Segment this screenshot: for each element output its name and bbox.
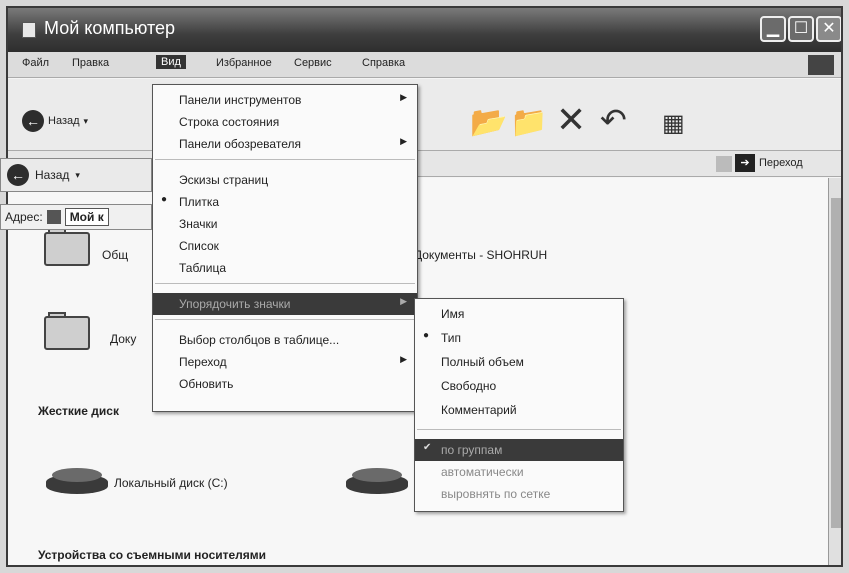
title-bar[interactable]: Мой компьютер ▁ ☐ ✕ [8, 8, 841, 52]
submenu-item-show-in-groups[interactable]: ✔ по группам [415, 439, 623, 461]
menu-help[interactable]: Справка [362, 57, 405, 69]
toolbar: ← Назад ▾ 📂 📁 ✕ ↶ ▦ [8, 79, 841, 151]
menu-item-choose-columns[interactable]: Выбор столбцов в таблице... [153, 329, 417, 351]
menu-item-tiles[interactable]: ● Плитка [153, 191, 417, 213]
back-label: Назад [48, 115, 80, 127]
address-bar-zoom: Адрес: Мой к [0, 204, 152, 230]
arrange-icons-submenu: Имя ● Тип Полный объем Свободно Коммента… [414, 298, 624, 512]
submenu-item-type[interactable]: ● Тип [415, 327, 623, 349]
close-button[interactable]: ✕ [816, 16, 841, 42]
delete-icon[interactable]: ✕ [556, 99, 586, 141]
folder-docs-path-label[interactable]: Документы - SHOHRUH [414, 248, 547, 262]
maximize-button[interactable]: ☐ [788, 16, 814, 42]
folder-icon[interactable] [44, 228, 92, 266]
undo-icon[interactable]: ↶ [600, 101, 627, 139]
address-label: Адрес: [5, 210, 43, 224]
menu-bar: Файл Правка Вид Избранное Сервис Справка [8, 52, 841, 78]
back-label: Назад [35, 168, 70, 182]
submenu-item-name[interactable]: Имя [415, 303, 623, 325]
submenu-item-comments[interactable]: Комментарий [415, 399, 623, 421]
submenu-arrow-icon: ▶ [400, 136, 407, 146]
address-input[interactable]: Мой к [64, 208, 109, 226]
menu-separator [155, 283, 415, 284]
view-menu: Панели инструментов ▶ Строка состояния П… [152, 84, 418, 412]
go-label: Переход [759, 157, 803, 169]
vertical-scrollbar[interactable] [828, 178, 841, 565]
back-dropdown-icon[interactable]: ▾ [75, 170, 80, 181]
go-arrow-icon: ➔ [735, 154, 755, 172]
submenu-arrow-icon: ▶ [400, 92, 407, 102]
hard-drive-icon[interactable] [46, 466, 110, 498]
back-arrow-icon: ← [7, 164, 29, 186]
submenu-item-align-to-grid[interactable]: выровнять по сетке [415, 483, 623, 505]
menu-separator [155, 159, 415, 160]
folder-icon[interactable] [44, 312, 92, 350]
menu-item-go-to[interactable]: Переход ▶ [153, 351, 417, 373]
address-dropdown-icon[interactable] [716, 156, 732, 172]
menu-item-arrange-icons[interactable]: Упорядочить значки ▶ [153, 293, 417, 315]
minimize-button[interactable]: ▁ [760, 16, 786, 42]
menu-item-list[interactable]: Список [153, 235, 417, 257]
menu-item-refresh[interactable]: Обновить [153, 373, 417, 395]
radio-bullet-icon: ● [423, 330, 430, 341]
menu-edit[interactable]: Правка [72, 57, 109, 69]
folder-shared-label[interactable]: Общ [102, 248, 128, 262]
folders-icon[interactable]: 📂 [470, 105, 507, 140]
back-button[interactable]: ← Назад ▾ [22, 109, 88, 133]
computer-icon [46, 210, 61, 224]
views-icon[interactable]: ▦ [662, 109, 685, 138]
hard-drive-icon[interactable] [346, 466, 410, 498]
menu-item-explorer-bars[interactable]: Панели обозревателя ▶ [153, 133, 417, 155]
menu-item-icons[interactable]: Значки [153, 213, 417, 235]
folder-documents-label[interactable]: Доку [110, 332, 136, 346]
menu-item-status-bar[interactable]: Строка состояния [153, 111, 417, 133]
copy-to-icon[interactable]: 📁 [510, 105, 547, 140]
menu-item-thumbnails[interactable]: Эскизы страниц [153, 169, 417, 191]
back-button-zoom[interactable]: ← Назад ▾ [0, 158, 152, 192]
menu-separator [155, 319, 415, 320]
back-arrow-icon: ← [22, 110, 44, 132]
menu-item-toolbars[interactable]: Панели инструментов ▶ [153, 89, 417, 111]
menu-separator [417, 429, 621, 430]
submenu-arrow-icon: ▶ [400, 354, 407, 364]
scrollbar-thumb[interactable] [831, 198, 841, 528]
back-dropdown-icon[interactable]: ▾ [84, 116, 89, 127]
radio-bullet-icon: ● [161, 194, 168, 205]
menu-file[interactable]: Файл [22, 57, 49, 69]
menu-tools[interactable]: Сервис [294, 57, 332, 69]
go-button[interactable]: ➔ Переход [735, 154, 803, 172]
menu-favorites[interactable]: Избранное [216, 57, 272, 69]
section-removable: Устройства со съемными носителями [38, 548, 267, 562]
window-title: Мой компьютер [44, 18, 176, 38]
submenu-item-free-space[interactable]: Свободно [415, 375, 623, 397]
menu-item-details[interactable]: Таблица [153, 257, 417, 279]
submenu-item-total-size[interactable]: Полный объем [415, 351, 623, 373]
windows-logo-icon [808, 55, 834, 75]
drive-c-label[interactable]: Локальный диск (C:) [114, 476, 228, 490]
section-hard-drives: Жесткие диск [38, 404, 119, 418]
submenu-item-auto-arrange[interactable]: автоматически [415, 461, 623, 483]
submenu-arrow-icon: ▶ [400, 296, 407, 306]
check-icon: ✔ [423, 442, 432, 453]
computer-icon [22, 22, 36, 38]
menu-view[interactable]: Вид [156, 55, 186, 69]
